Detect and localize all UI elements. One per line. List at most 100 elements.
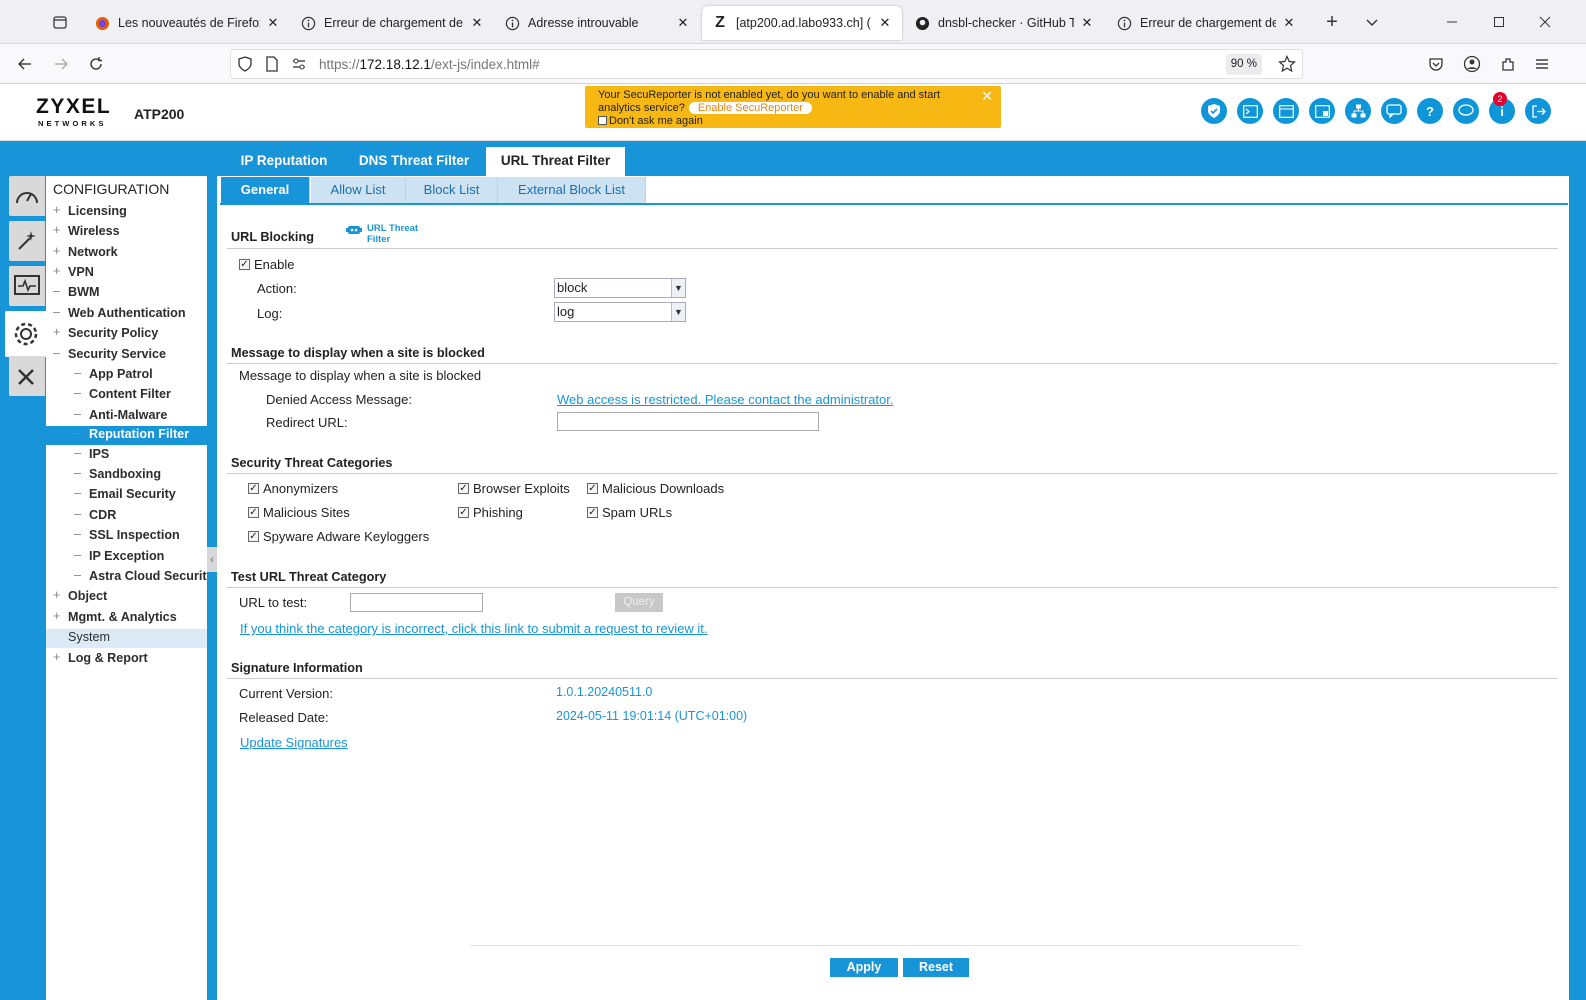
minimize-icon[interactable] <box>1440 10 1464 34</box>
nav-item-licensing[interactable]: + Licensing <box>46 203 207 222</box>
permissions-icon[interactable] <box>291 56 307 75</box>
nav-item-wireless[interactable]: + Wireless <box>46 223 207 242</box>
nav-item-app-patrol[interactable]: – App Patrol <box>46 366 207 385</box>
nav-item-web-authentication[interactable]: – Web Authentication <box>46 305 207 324</box>
security-shield-icon[interactable] <box>1201 98 1227 124</box>
dropdown-arrow-icon[interactable]: ▼ <box>671 303 685 321</box>
phishing-checkbox[interactable]: ✓ <box>458 507 469 518</box>
reload-icon[interactable] <box>84 52 108 76</box>
spyware-checkbox[interactable]: ✓ <box>248 531 259 542</box>
maximize-icon[interactable] <box>1487 10 1511 34</box>
page-icon[interactable] <box>265 56 279 75</box>
browser-tab[interactable]: Erreur de chargement de la p ✕ <box>1106 6 1306 40</box>
browser-exploits-checkbox[interactable]: ✓ <box>458 483 469 494</box>
back-icon[interactable] <box>13 52 37 76</box>
messages-icon[interactable] <box>1453 98 1479 124</box>
nav-item-object[interactable]: + Object <box>46 588 207 607</box>
nav-item-system[interactable]: System <box>46 629 207 648</box>
close-window-icon[interactable] <box>1533 10 1557 34</box>
nav-item-email-security[interactable]: – Email Security <box>46 486 207 505</box>
nav-item-security-policy[interactable]: + Security Policy <box>46 325 207 344</box>
browser-tab-active[interactable]: Z [atp200.ad.labo933.ch] (172. ✕ <box>702 6 902 40</box>
nav-item-ips[interactable]: – IPS <box>46 446 207 465</box>
extensions-icon[interactable] <box>1496 52 1520 76</box>
expand-icon[interactable]: + <box>53 223 63 237</box>
browser-tab[interactable]: dnsbl-checker · GitHub Topi ✕ <box>904 6 1104 40</box>
browser-tab[interactable]: Les nouveautés de Firefox : e ✕ <box>84 6 290 40</box>
collapse-icon[interactable]: – <box>53 346 63 360</box>
object-reference-icon[interactable] <box>1309 98 1335 124</box>
log-select[interactable]: log ▼ <box>554 302 686 322</box>
anonymizers-checkbox[interactable]: ✓ <box>248 483 259 494</box>
malicious-sites-checkbox[interactable]: ✓ <box>248 507 259 518</box>
logout-icon[interactable] <box>1525 98 1551 124</box>
account-icon[interactable] <box>1460 52 1484 76</box>
tab-list-icon[interactable] <box>48 10 72 34</box>
expand-icon[interactable]: + <box>53 244 63 258</box>
url-bar[interactable]: https://172.18.12.1/ext-js/index.html# 9… <box>230 49 1303 79</box>
nav-item-cdr[interactable]: – CDR <box>46 507 207 526</box>
url-to-test-input[interactable] <box>350 593 483 612</box>
close-tab-icon[interactable]: ✕ <box>1080 15 1094 31</box>
close-tab-icon[interactable]: ✕ <box>878 15 892 31</box>
subtab-block-list[interactable]: Block List <box>406 177 498 203</box>
url-text[interactable]: https://172.18.12.1/ext-js/index.html# <box>319 57 540 72</box>
close-tab-icon[interactable]: ✕ <box>266 15 280 31</box>
nav-item-ip-exception[interactable]: – IP Exception <box>46 548 207 567</box>
expand-icon[interactable]: + <box>53 264 63 278</box>
expand-icon[interactable]: + <box>53 325 63 339</box>
tab-dns-threat-filter[interactable]: DNS Threat Filter <box>345 147 483 176</box>
collapse-sidebar-handle[interactable]: ‹ <box>207 547 217 572</box>
tab-ip-reputation[interactable]: IP Reputation <box>227 147 341 176</box>
denied-access-message-link[interactable]: Web access is restricted. Please contact… <box>557 392 893 407</box>
quick-setup-wand-icon[interactable] <box>9 221 45 261</box>
site-map-icon[interactable] <box>1345 98 1371 124</box>
console-icon[interactable] <box>1237 98 1263 124</box>
nav-item-astra-cloud-security[interactable]: – Astra Cloud Security <box>46 568 207 587</box>
close-tab-icon[interactable]: ✕ <box>1282 15 1296 31</box>
nav-item-reputation-filter[interactable]: – Reputation Filter <box>46 426 207 445</box>
forward-icon[interactable] <box>49 52 73 76</box>
expand-icon[interactable]: + <box>53 650 63 664</box>
subtab-general[interactable]: General <box>221 177 310 203</box>
spam-urls-checkbox[interactable]: ✓ <box>587 507 598 518</box>
nav-item-vpn[interactable]: + VPN <box>46 264 207 283</box>
action-select[interactable]: block ▼ <box>554 278 686 298</box>
dropdown-arrow-icon[interactable]: ▼ <box>671 279 685 297</box>
monitor-icon[interactable] <box>9 266 45 306</box>
expand-icon[interactable]: + <box>53 203 63 217</box>
close-tab-icon[interactable]: ✕ <box>676 15 690 31</box>
dashboard-icon[interactable] <box>9 176 45 216</box>
redirect-url-input[interactable] <box>557 412 819 431</box>
configuration-gear-icon[interactable] <box>5 311 46 357</box>
nav-item-sandboxing[interactable]: – Sandboxing <box>46 466 207 485</box>
subtab-external-block-list[interactable]: External Block List <box>498 177 646 203</box>
subtab-allow-list[interactable]: Allow List <box>311 177 406 203</box>
new-tab-icon[interactable]: + <box>1320 10 1344 34</box>
expand-icon[interactable]: + <box>53 588 63 602</box>
nav-item-log-report[interactable]: + Log & Report <box>46 650 207 669</box>
update-signatures-link[interactable]: Update Signatures <box>240 735 348 750</box>
help-icon[interactable]: ? <box>1417 98 1443 124</box>
chevron-down-icon[interactable] <box>1360 10 1384 34</box>
bookmark-star-icon[interactable] <box>1278 55 1296 76</box>
reset-button[interactable]: Reset <box>903 958 969 977</box>
query-button[interactable]: Query <box>615 593 663 612</box>
shield-icon[interactable] <box>237 56 253 75</box>
nav-item-network[interactable]: + Network <box>46 244 207 263</box>
nav-item-bwm[interactable]: – BWM <box>46 284 207 303</box>
review-category-link[interactable]: If you think the category is incorrect, … <box>240 621 707 636</box>
nav-item-content-filter[interactable]: – Content Filter <box>46 386 207 405</box>
tab-url-threat-filter[interactable]: URL Threat Filter <box>486 147 625 176</box>
pocket-icon[interactable] <box>1424 52 1448 76</box>
nav-item-mgmt-analytics[interactable]: + Mgmt. & Analytics <box>46 609 207 628</box>
menu-icon[interactable] <box>1530 52 1554 76</box>
enable-checkbox[interactable]: ✓ <box>239 259 250 270</box>
malicious-downloads-checkbox[interactable]: ✓ <box>587 483 598 494</box>
browser-tab[interactable]: Erreur de chargement de la p ✕ <box>290 6 494 40</box>
nav-item-security-service[interactable]: – Security Service <box>46 346 207 365</box>
maintenance-tools-icon[interactable] <box>9 356 45 396</box>
cli-icon[interactable] <box>1273 98 1299 124</box>
expand-icon[interactable]: + <box>53 609 63 623</box>
nav-item-anti-malware[interactable]: – Anti-Malware <box>46 407 207 426</box>
